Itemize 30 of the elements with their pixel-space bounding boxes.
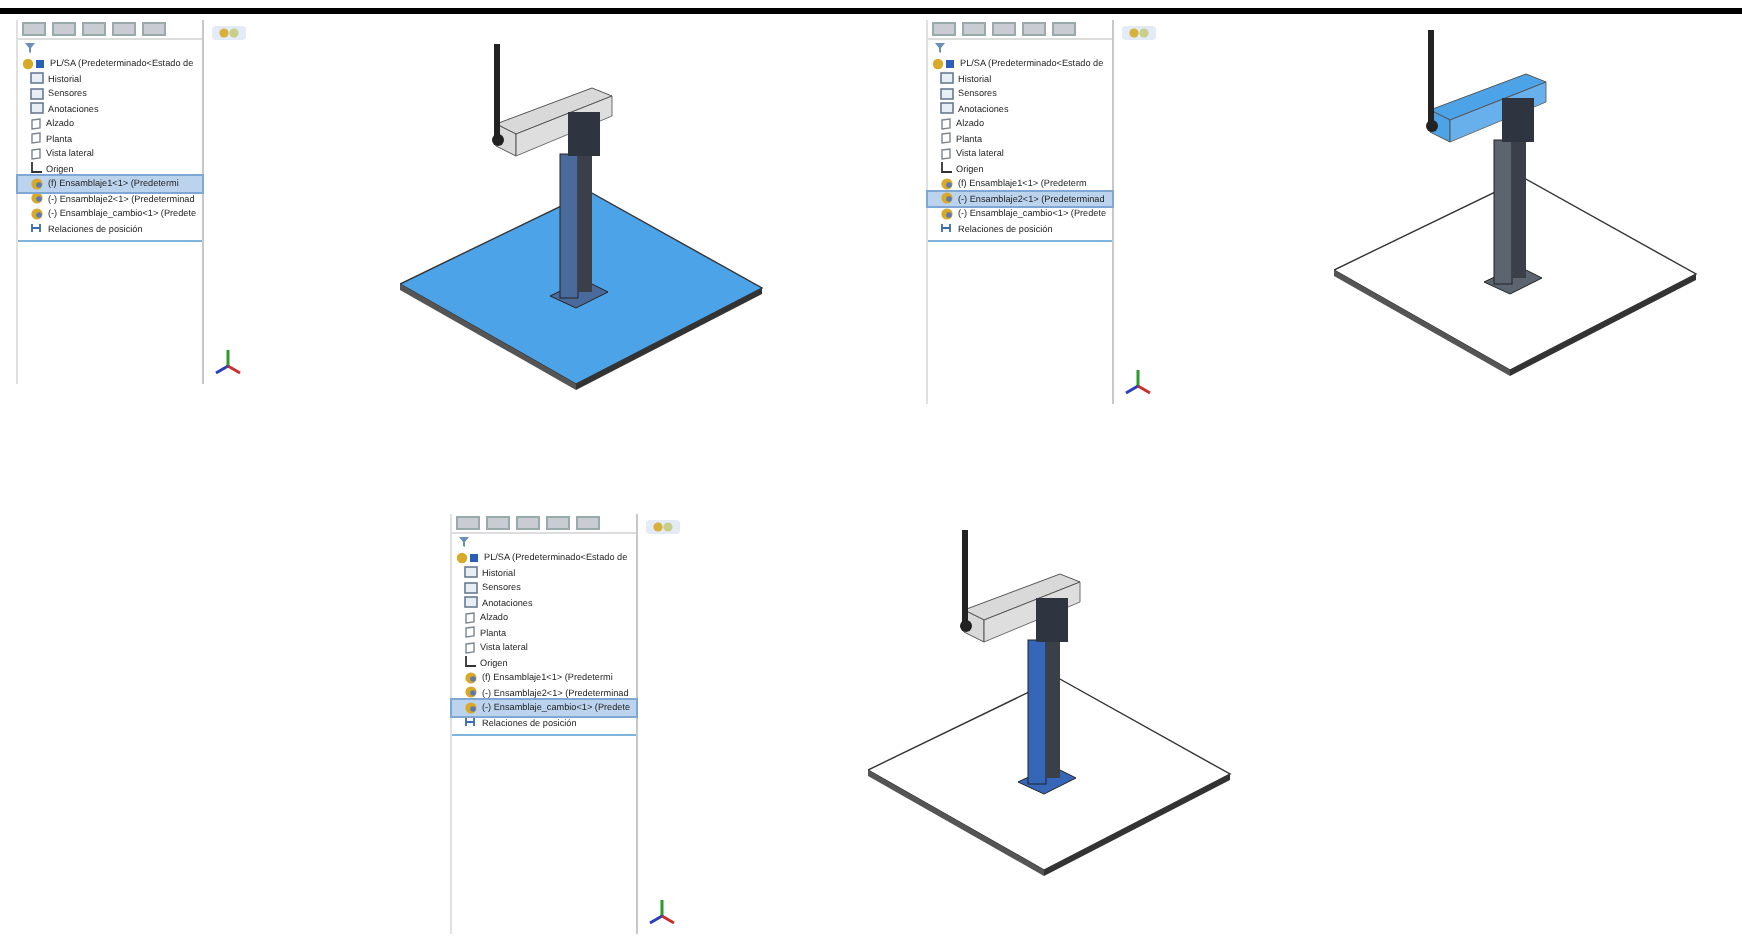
toolbar-icon[interactable] xyxy=(142,22,166,36)
mates-icon xyxy=(940,222,954,235)
filter-icon[interactable] xyxy=(24,42,36,54)
origin-icon xyxy=(940,162,952,175)
toolbar-icon[interactable] xyxy=(1022,22,1046,36)
toolbar-icon[interactable] xyxy=(486,516,510,530)
axis-triad-icon xyxy=(646,898,678,926)
toolbar-icon[interactable] xyxy=(992,22,1016,36)
mates-icon xyxy=(464,716,478,729)
axis-triad-icon xyxy=(1122,368,1154,396)
part-icon xyxy=(22,57,46,70)
toolbar-icon[interactable] xyxy=(456,516,480,530)
toolbar-icon[interactable] xyxy=(962,22,986,36)
mates-icon xyxy=(30,222,44,235)
toolbar-icon[interactable] xyxy=(52,22,76,36)
toolbar-icon[interactable] xyxy=(22,22,46,36)
toolbar-icon[interactable] xyxy=(82,22,106,36)
toolbar-icon[interactable] xyxy=(546,516,570,530)
filter-icon[interactable] xyxy=(458,536,470,548)
toolbar-icon[interactable] xyxy=(516,516,540,530)
filter-icon[interactable] xyxy=(934,42,946,54)
origin-icon xyxy=(30,162,42,175)
part-icon xyxy=(456,551,480,564)
toolbar-icon[interactable] xyxy=(932,22,956,36)
toolbar-icon[interactable] xyxy=(1052,22,1076,36)
origin-icon xyxy=(464,656,476,669)
part-icon xyxy=(932,57,956,70)
toolbar-icon[interactable] xyxy=(112,22,136,36)
axis-triad-icon xyxy=(212,348,244,376)
toolbar-icon[interactable] xyxy=(576,516,600,530)
